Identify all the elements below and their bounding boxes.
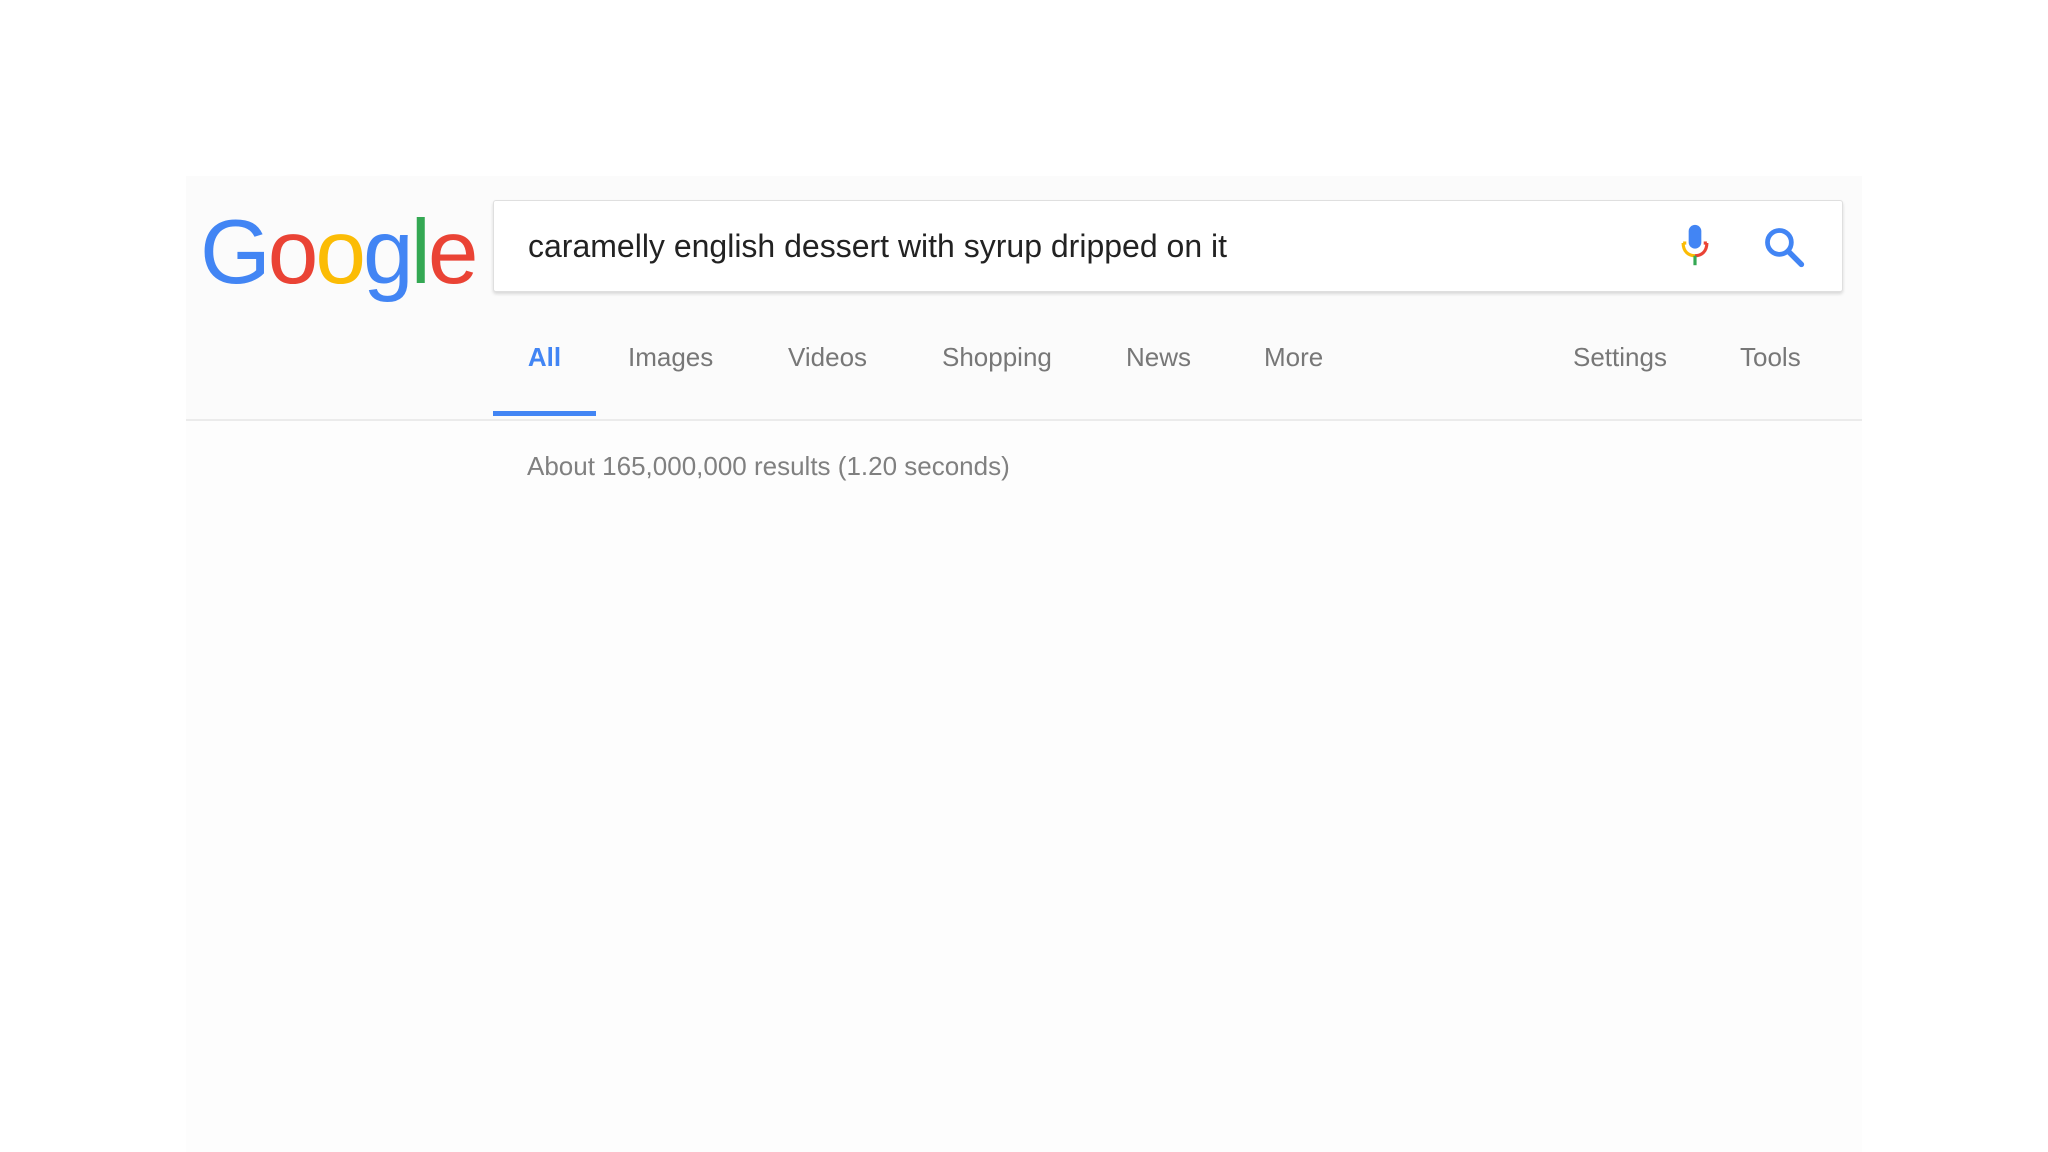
tab-label: News: [1126, 342, 1192, 372]
tab-videos[interactable]: Videos: [788, 342, 867, 416]
tab-label: Images: [628, 342, 714, 372]
search-results-page: Google All: [186, 176, 1862, 1152]
settings-link[interactable]: Settings: [1573, 342, 1667, 416]
tools-label: Tools: [1740, 342, 1801, 372]
tab-news[interactable]: News: [1126, 342, 1191, 416]
tab-more[interactable]: More: [1264, 342, 1323, 416]
search-header: Google All: [186, 176, 1862, 421]
result-stats: About 165,000,000 results (1.20 seconds): [527, 451, 1010, 481]
tab-images[interactable]: Images: [628, 342, 713, 416]
search-tabs: All Images Videos Shopping News More Set…: [186, 176, 1862, 419]
tools-link[interactable]: Tools: [1740, 342, 1801, 416]
tab-shopping[interactable]: Shopping: [942, 342, 1052, 416]
settings-label: Settings: [1573, 342, 1667, 372]
page: Google All: [0, 0, 2048, 1152]
tab-label: More: [1264, 342, 1324, 372]
tab-all[interactable]: All: [493, 342, 596, 416]
tab-label: Videos: [788, 342, 868, 372]
active-tab-indicator: [493, 411, 596, 416]
tab-label: Shopping: [942, 342, 1052, 372]
tab-label: All: [527, 342, 562, 372]
